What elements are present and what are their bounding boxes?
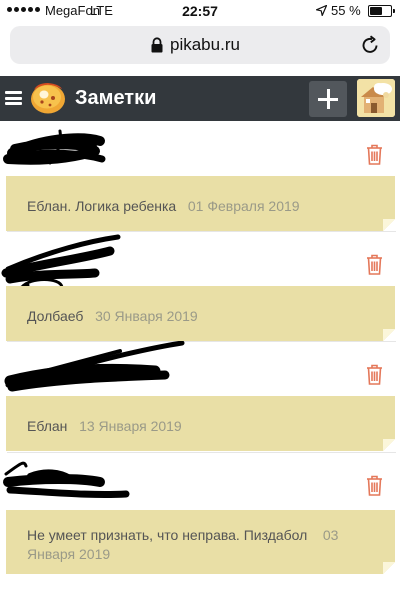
page-title: Заметки bbox=[75, 87, 157, 109]
note-card[interactable]: Не умеет признать, что неправа. Пиздабол… bbox=[6, 510, 395, 574]
address-bar[interactable]: pikabu.ru bbox=[10, 26, 390, 64]
url-text[interactable]: pikabu.ru bbox=[170, 35, 240, 55]
redacted-username bbox=[3, 461, 130, 499]
note-item: Долбаеб 30 Января 2019 bbox=[0, 231, 400, 341]
menu-icon[interactable] bbox=[5, 91, 22, 105]
status-bar: MegaFon LTE 22:57 55 % bbox=[0, 0, 400, 22]
note-text: Долбаеб bbox=[27, 308, 84, 324]
note-item: Еблан. Логика ребенка 01 Февраля 2019 bbox=[0, 121, 400, 231]
note-item: Не умеет признать, что неправа. Пиздабол… bbox=[0, 452, 400, 574]
trash-icon[interactable] bbox=[366, 254, 383, 275]
avatar-image bbox=[357, 79, 395, 117]
location-icon bbox=[316, 5, 327, 16]
redacted-username bbox=[4, 341, 185, 392]
lock-icon bbox=[151, 37, 163, 53]
add-note-button[interactable] bbox=[309, 81, 347, 117]
reload-icon[interactable] bbox=[360, 35, 380, 55]
note-date: 13 Января 2019 bbox=[79, 418, 182, 434]
note-card[interactable]: Долбаеб 30 Января 2019 bbox=[6, 286, 395, 341]
note-date: 01 Февраля 2019 bbox=[187, 198, 300, 214]
trash-icon[interactable] bbox=[366, 364, 383, 385]
pikabu-logo-icon[interactable] bbox=[29, 81, 67, 115]
avatar[interactable] bbox=[357, 79, 395, 117]
note-text: Еблан bbox=[27, 418, 68, 434]
app-header: Заметки bbox=[0, 76, 400, 121]
trash-icon[interactable] bbox=[366, 475, 383, 496]
note-text: Еблан. Логика ребенка bbox=[27, 198, 177, 214]
note-date: 30 Января 2019 bbox=[95, 308, 198, 324]
trash-icon[interactable] bbox=[366, 144, 383, 165]
note-card[interactable]: Еблан 13 Января 2019 bbox=[6, 396, 395, 451]
note-card[interactable]: Еблан. Логика ребенка 01 Февраля 2019 bbox=[6, 176, 395, 231]
battery-icon bbox=[368, 5, 395, 17]
battery-percent: 55 % bbox=[331, 3, 361, 18]
note-text: Не умеет признать, что неправа. Пиздабол bbox=[27, 527, 308, 543]
note-item: Еблан 13 Января 2019 bbox=[0, 341, 400, 451]
redacted-username bbox=[3, 129, 106, 165]
